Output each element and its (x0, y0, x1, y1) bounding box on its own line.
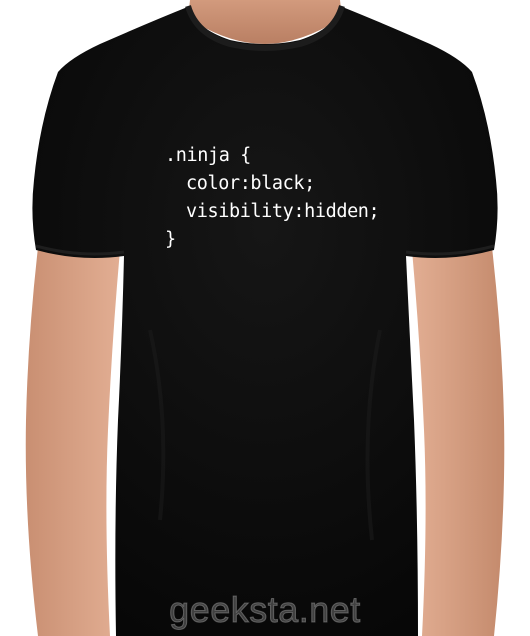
product-photo: .ninja {color:black; visibility:hidden;} … (0, 0, 530, 636)
print-line: color:black; (186, 173, 315, 194)
watermark: geeksta.net (169, 589, 361, 631)
model-left-arm (25, 230, 120, 636)
tshirt-print-text: .ninja { color:black; visibility:hidden;} (165, 142, 380, 254)
model-wearing-tshirt (25, 0, 505, 636)
print-line: } (165, 229, 176, 250)
print-line: visibility:hidden; (186, 201, 380, 222)
print-line: .ninja { (165, 145, 251, 166)
model-right-arm (412, 230, 505, 636)
